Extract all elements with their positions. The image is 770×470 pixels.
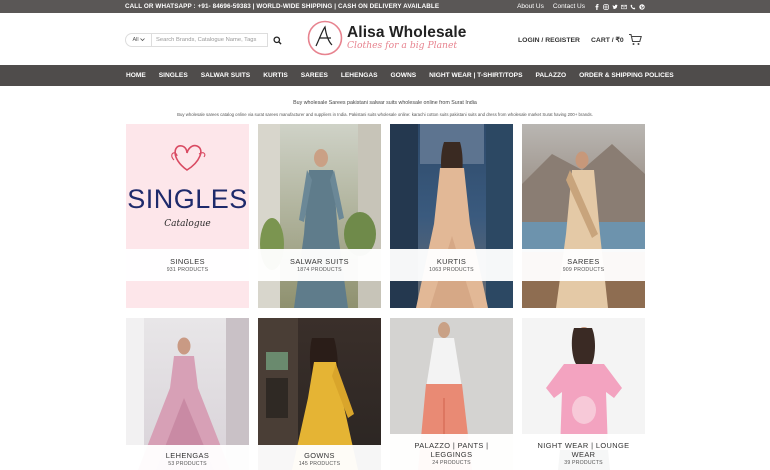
category-card-kurtis[interactable]: KURTIS 1063 PRODUCTS	[390, 124, 513, 308]
singles-art-title: SINGLES	[127, 184, 248, 214]
category-caption: PALAZZO | PANTS | LEGGINGS 24 PRODUCTS	[390, 434, 513, 470]
category-name: GOWNS	[304, 451, 335, 460]
nav-item-night-wear[interactable]: NIGHT WEAR | T-SHIRT/TOPS	[429, 72, 522, 79]
nav-item-palazzo[interactable]: PALAZZO	[535, 72, 566, 79]
search-bar: All Search Brands, Catalogue Name, Tags	[125, 33, 286, 47]
category-count: 909 PRODUCTS	[562, 267, 605, 273]
category-caption: KURTIS 1063 PRODUCTS	[390, 249, 513, 281]
category-name: SAREES	[567, 257, 600, 266]
email-icon[interactable]	[621, 4, 627, 10]
category-card-sarees[interactable]: SAREES 909 PRODUCTS	[522, 124, 645, 308]
phone-icon[interactable]	[630, 4, 636, 10]
logo-wordmark: Alisa Wholesale Clothes for a big Planet	[347, 25, 467, 51]
main-nav: HOME SINGLES SALWAR SUITS KURTIS SAREES …	[0, 65, 770, 86]
singles-art-subtitle: Catalogue	[164, 219, 210, 229]
about-us-link[interactable]: About Us	[517, 3, 544, 10]
top-bar-message: CALL OR WHATSAPP : +91- 84696-59383 | WO…	[125, 3, 440, 10]
nav-item-salwar-suits[interactable]: SALWAR SUITS	[201, 72, 250, 79]
top-bar-right: About Us Contact Us	[517, 3, 645, 10]
category-name: SINGLES	[170, 257, 205, 266]
category-count: 1874 PRODUCTS	[297, 267, 342, 273]
top-bar: CALL OR WHATSAPP : +91- 84696-59383 | WO…	[0, 0, 770, 13]
search-placeholder: Search Brands, Catalogue Name, Tags	[156, 37, 257, 43]
search-scope-select[interactable]: All	[125, 33, 152, 47]
search-scope-label: All	[132, 37, 139, 43]
category-card-salwar-suits[interactable]: SALWAR SUITS 1874 PRODUCTS	[258, 124, 381, 308]
category-name: KURTIS	[436, 257, 467, 266]
site-logo[interactable]: Alisa Wholesale Clothes for a big Planet	[306, 19, 467, 57]
category-name: NIGHT WEAR | LOUNGE WEAR	[537, 440, 630, 459]
category-caption: SINGLES 931 PRODUCTS	[126, 249, 249, 281]
twitter-icon[interactable]	[612, 4, 618, 10]
facebook-icon[interactable]	[594, 3, 600, 10]
category-count: 931 PRODUCTS	[166, 267, 209, 273]
cart-label: CART / ₹0	[591, 36, 624, 44]
cart-link[interactable]: CART / ₹0	[591, 33, 643, 46]
category-name: SALWAR SUITS	[289, 257, 349, 266]
category-card-gowns[interactable]: GOWNS 145 PRODUCTS	[258, 318, 381, 470]
category-count: 1063 PRODUCTS	[429, 267, 474, 273]
search-icon	[272, 35, 282, 45]
search-input[interactable]: Search Brands, Catalogue Name, Tags	[152, 33, 268, 47]
login-register-link[interactable]: LOGIN / REGISTER	[518, 37, 580, 44]
category-name: LEHENGAS	[165, 451, 210, 460]
logo-tagline: Clothes for a big Planet	[347, 40, 458, 51]
site-header: All Search Brands, Catalogue Name, Tags …	[0, 13, 770, 65]
category-count: 53 PRODUCTS	[168, 461, 207, 467]
nav-item-sarees[interactable]: SAREES	[301, 72, 328, 79]
category-card-night-wear[interactable]: NIGHT WEAR | LOUNGE WEAR 39 PRODUCTS	[522, 318, 645, 470]
social-links	[594, 3, 645, 10]
category-caption: GOWNS 145 PRODUCTS	[258, 445, 381, 470]
logo-mark	[306, 19, 344, 57]
category-caption: SAREES 909 PRODUCTS	[522, 249, 645, 281]
category-card-lehengas[interactable]: LEHENGAS 53 PRODUCTS	[126, 318, 249, 470]
category-caption: LEHENGAS 53 PRODUCTS	[126, 445, 249, 470]
category-count: 39 PRODUCTS	[564, 459, 603, 466]
nav-item-singles[interactable]: SINGLES	[159, 72, 188, 79]
chevron-down-icon	[139, 38, 145, 42]
nav-item-gowns[interactable]: GOWNS	[391, 72, 417, 79]
instagram-icon[interactable]	[603, 3, 609, 10]
category-name: PALAZZO | PANTS | LEGGINGS	[414, 440, 489, 459]
intro-heading: Buy wholesale Sarees pakistani salwar su…	[293, 100, 477, 106]
category-count: 24 PRODUCTS	[432, 459, 471, 466]
category-caption: NIGHT WEAR | LOUNGE WEAR 39 PRODUCTS	[522, 434, 645, 470]
nav-item-home[interactable]: HOME	[126, 72, 146, 79]
nav-item-lehengas[interactable]: LEHENGAS	[341, 72, 378, 79]
category-card-singles[interactable]: SINGLES Catalogue SINGLES 931 PRODUCTS	[126, 124, 249, 308]
logo-title: Alisa Wholesale	[347, 24, 467, 41]
nav-item-kurtis[interactable]: KURTIS	[263, 72, 288, 79]
nav-item-order-shipping[interactable]: ORDER & SHIPPING POLICES	[579, 72, 674, 79]
search-button[interactable]	[268, 33, 286, 47]
cart-icon	[628, 33, 642, 45]
category-card-palazzo[interactable]: PALAZZO | PANTS | LEGGINGS 24 PRODUCTS	[390, 318, 513, 470]
intro-description: Buy wholesale sarees catalog online via …	[177, 112, 593, 117]
contact-us-link[interactable]: Contact Us	[553, 3, 585, 10]
category-caption: SALWAR SUITS 1874 PRODUCTS	[258, 249, 381, 281]
pinterest-icon[interactable]	[639, 3, 645, 10]
category-count: 145 PRODUCTS	[298, 461, 341, 467]
